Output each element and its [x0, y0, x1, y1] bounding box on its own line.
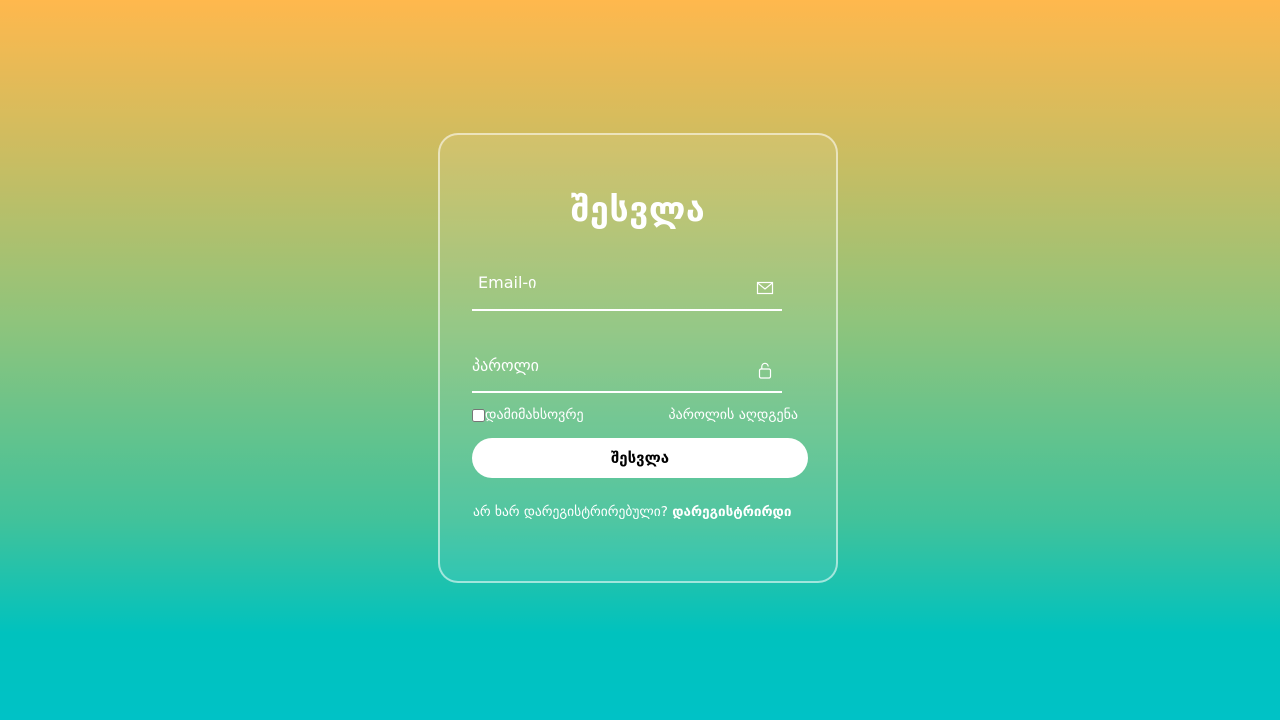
register-prompt: არ ხარ დარეგისტრირებული? დარეგისტრირდი: [473, 503, 813, 521]
remember-label: დამიმახსოვრე: [485, 407, 584, 423]
register-prompt-text: არ ხარ დარეგისტრირებული?: [473, 504, 668, 520]
lock-icon: [756, 361, 774, 379]
remember-checkbox[interactable]: [472, 408, 485, 422]
login-button[interactable]: შესვლა: [472, 438, 808, 478]
remember-me[interactable]: დამიმახსოვრე: [472, 406, 584, 424]
envelope-icon: [756, 279, 774, 297]
email-field-wrapper: [472, 265, 782, 311]
login-card: შესვლა დამიმახსოვრე პაროლის აღდგენა შესვ…: [438, 133, 838, 583]
password-field-wrapper: [472, 347, 782, 393]
register-link[interactable]: დარეგისტრირდი: [672, 504, 791, 520]
email-input[interactable]: [472, 265, 742, 301]
password-input[interactable]: [472, 347, 742, 383]
login-title: შესვლა: [570, 190, 706, 230]
options-row: დამიმახსოვრე პაროლის აღდგენა: [472, 406, 808, 424]
forgot-password-link[interactable]: პაროლის აღდგენა: [668, 406, 798, 424]
